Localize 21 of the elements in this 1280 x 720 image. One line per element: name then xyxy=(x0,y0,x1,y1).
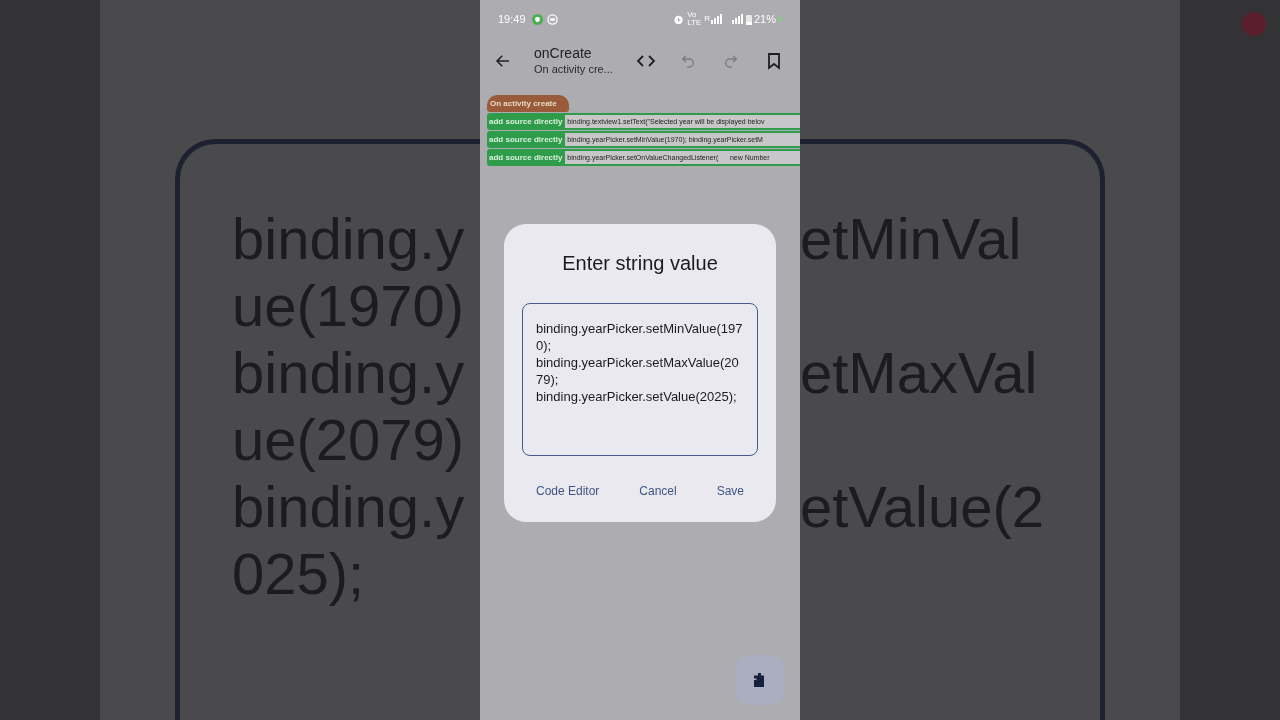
dialog-button[interactable]: Cancel xyxy=(639,482,677,500)
bookmark-icon[interactable] xyxy=(766,52,782,70)
back-arrow-icon[interactable] xyxy=(494,52,512,70)
signal-icon xyxy=(710,14,723,24)
string-value-field[interactable]: binding.yearPicker.setMinValue(1970); binding.yearPicker.setMaxValue(2079); binding.yearPicker.setValue(2025); xyxy=(522,303,758,456)
dialog-button[interactable]: Code Editor xyxy=(536,482,600,500)
status-time: 19:49 xyxy=(498,11,526,27)
roaming-label: R xyxy=(704,13,710,25)
camera-icon xyxy=(546,13,558,25)
alarm-icon xyxy=(673,13,685,25)
puzzle-fab[interactable] xyxy=(735,655,785,705)
screen-subtitle: On activity cre... xyxy=(534,62,614,77)
event-block[interactable]: On activity create xyxy=(487,95,569,112)
network-label: Vo LTE xyxy=(687,11,703,27)
screen-title: onCreate xyxy=(534,45,593,62)
dialog-button[interactable]: Save xyxy=(716,482,744,500)
battery-icon xyxy=(745,13,752,25)
battery-level: 21% xyxy=(753,11,776,27)
shield-icon xyxy=(531,13,543,25)
code-icon[interactable] xyxy=(636,53,656,69)
dialog-title: Enter string value xyxy=(561,251,719,276)
